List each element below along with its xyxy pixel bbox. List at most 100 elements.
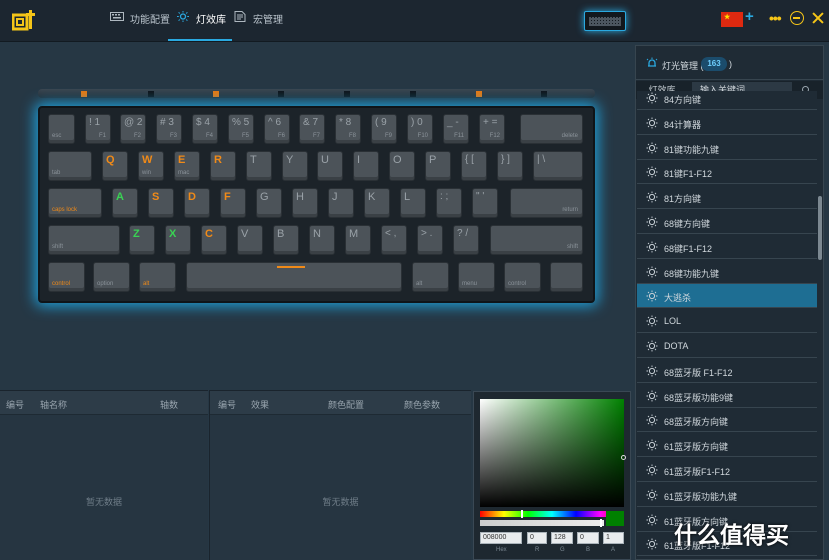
key-fn[interactable] [550, 262, 583, 292]
hex-input[interactable]: 008000 [480, 532, 522, 544]
list-item[interactable]: 68蓝牙版方向键 [637, 408, 817, 433]
key-d[interactable]: D [184, 188, 210, 218]
nav-tab-light-library[interactable]: 灯效库 [168, 11, 232, 41]
key-minus[interactable]: _ - F11 [443, 114, 469, 144]
nav-tab-macro-management[interactable]: 宏管理 [233, 11, 283, 41]
list-item[interactable]: 61蓝牙版功能九键 [637, 482, 817, 507]
key-right-control[interactable]: control [504, 262, 541, 292]
add-language-icon[interactable]: + [745, 8, 754, 25]
key-g[interactable]: G [256, 188, 282, 218]
list-item[interactable]: 81方向键 [637, 185, 817, 210]
key-option[interactable]: option [93, 262, 130, 292]
key-5[interactable]: % 5 F5 [228, 114, 254, 144]
key-6[interactable]: ^ 6 F6 [264, 114, 290, 144]
list-item[interactable]: LOL [637, 309, 817, 334]
key-caps-lock[interactable]: caps lock [48, 188, 102, 218]
key-m[interactable]: M [345, 225, 371, 255]
list-item[interactable]: 68蓝牙版 F1-F12 [637, 358, 817, 383]
device-keyboard-thumbnail[interactable] [584, 11, 626, 31]
key-left-bracket[interactable]: { [ [461, 151, 487, 181]
key-s[interactable]: S [148, 188, 174, 218]
green-input[interactable]: 128 [551, 532, 573, 544]
more-options-icon[interactable]: ••• [769, 10, 782, 26]
list-item[interactable]: DOTA [637, 334, 817, 358]
color-handle[interactable] [621, 455, 626, 460]
key-a[interactable]: A [112, 188, 138, 218]
minimize-button[interactable] [790, 11, 804, 25]
key-j[interactable]: J [328, 188, 354, 218]
key-comma[interactable]: < , [381, 225, 407, 255]
saturation-value-area[interactable] [480, 399, 626, 507]
key-t[interactable]: T [246, 151, 272, 181]
key-left-control[interactable]: control [48, 262, 85, 292]
key-k[interactable]: K [364, 188, 390, 218]
key-u[interactable]: U [317, 151, 343, 181]
key-backslash[interactable]: | \ [533, 151, 583, 181]
key-9[interactable]: ( 9 F9 [371, 114, 397, 144]
key-o[interactable]: O [389, 151, 415, 181]
key-r[interactable]: R [210, 151, 236, 181]
key-l[interactable]: L [400, 188, 426, 218]
key-i[interactable]: I [353, 151, 379, 181]
key-x[interactable]: X [165, 225, 191, 255]
list-item[interactable]: 大逃杀 [637, 284, 817, 309]
key-return[interactable]: return [510, 188, 583, 218]
key-period[interactable]: > . [417, 225, 443, 255]
key-v[interactable]: V [237, 225, 263, 255]
red-input[interactable]: 0 [527, 532, 547, 544]
list-item[interactable]: 68蓝牙版功能9键 [637, 383, 817, 408]
alpha-handle[interactable] [600, 519, 602, 527]
list-scrollbar[interactable] [818, 196, 822, 260]
key-esc[interactable]: esc [48, 114, 75, 144]
key-w[interactable]: Wwin [138, 151, 164, 181]
key-1[interactable]: ! 1 F1 [85, 114, 111, 144]
key-q[interactable]: Q [102, 151, 128, 181]
key-left-alt[interactable]: alt [139, 262, 176, 292]
key-0[interactable]: ) 0 F10 [407, 114, 433, 144]
nav-tab-function-config[interactable]: 功能配置 [110, 11, 170, 41]
key-e[interactable]: Emac [174, 151, 200, 181]
key-7[interactable]: & 7 F7 [299, 114, 325, 144]
list-item[interactable]: 81键F1-F12 [637, 160, 817, 185]
list-item[interactable]: 84方向键 [637, 91, 817, 110]
key-equals[interactable]: + = F12 [479, 114, 505, 144]
key-h[interactable]: H [292, 188, 318, 218]
key-delete[interactable]: delete [520, 114, 583, 144]
key-n[interactable]: N [309, 225, 335, 255]
key-semicolon[interactable]: : ; [436, 188, 462, 218]
hue-handle[interactable] [521, 510, 523, 518]
key-b[interactable]: B [273, 225, 299, 255]
list-item[interactable]: 68键功能九键 [637, 259, 817, 284]
alpha-slider[interactable] [480, 519, 604, 527]
key-slash[interactable]: ? / [453, 225, 479, 255]
b-label: B [586, 547, 591, 553]
list-item[interactable]: 84计算器 [637, 110, 817, 135]
key-4[interactable]: $ 4 F4 [192, 114, 218, 144]
alpha-input[interactable]: 1 [603, 532, 624, 544]
hue-slider[interactable] [480, 510, 624, 518]
key-tab[interactable]: tab [48, 151, 92, 181]
close-button[interactable] [811, 11, 825, 25]
list-item[interactable]: 68键F1-F12 [637, 234, 817, 259]
key-p[interactable]: P [425, 151, 451, 181]
key-z[interactable]: Z [129, 225, 155, 255]
key-right-alt[interactable]: alt [412, 262, 449, 292]
key-space[interactable] [186, 262, 402, 292]
list-item[interactable]: 61蓝牙版方向键 [637, 433, 817, 458]
list-item[interactable]: 61蓝牙版F1-F12 [637, 458, 817, 482]
key-menu[interactable]: menu [458, 262, 495, 292]
key-quote[interactable]: " ' [472, 188, 498, 218]
key-3[interactable]: # 3 F3 [156, 114, 182, 144]
key-f[interactable]: F [220, 188, 246, 218]
key-right-shift[interactable]: shift [490, 225, 583, 255]
key-left-shift[interactable]: shift [48, 225, 120, 255]
key-y[interactable]: Y [282, 151, 308, 181]
list-item[interactable]: 68键方向键 [637, 210, 817, 234]
key-right-bracket[interactable]: } ] [497, 151, 523, 181]
key-c[interactable]: C [201, 225, 227, 255]
list-item[interactable]: 81键功能九键 [637, 135, 817, 160]
key-2[interactable]: @ 2 F2 [120, 114, 146, 144]
blue-input[interactable]: 0 [577, 532, 599, 544]
key-8[interactable]: * 8 F8 [335, 114, 361, 144]
china-flag-icon[interactable]: ★ [721, 12, 743, 27]
